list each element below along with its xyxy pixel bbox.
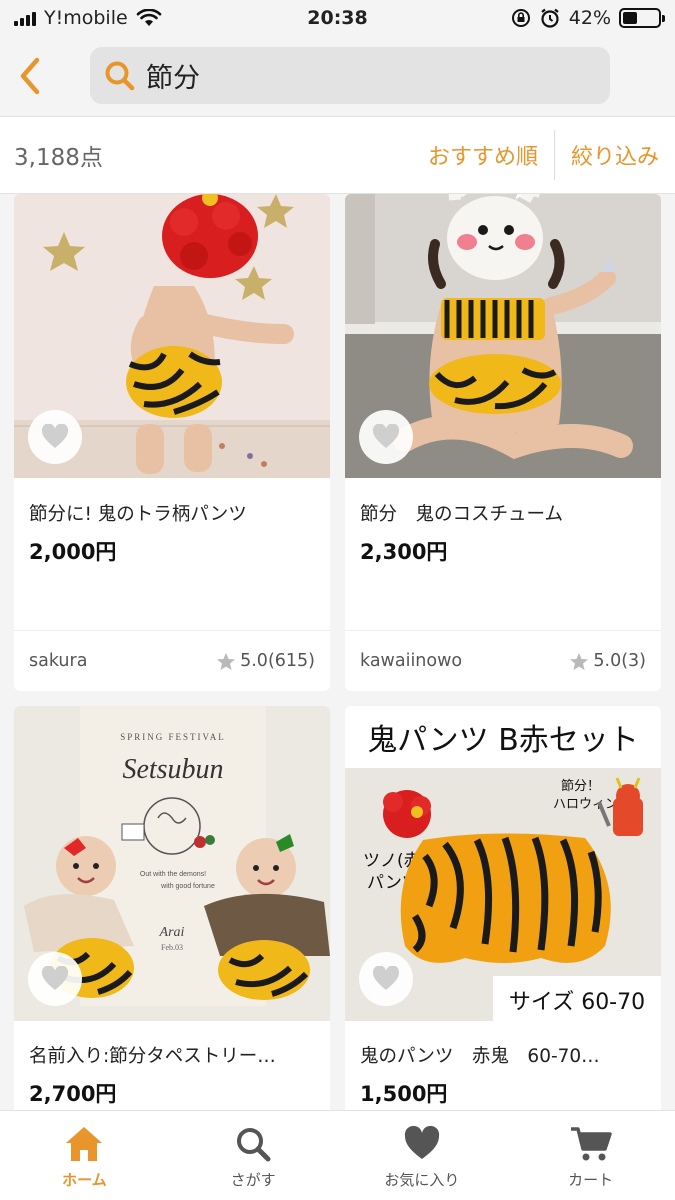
search-icon: [237, 1128, 271, 1162]
orientation-lock-icon: [511, 9, 530, 27]
battery-percent: 42%: [568, 7, 611, 29]
tab-label: さがす: [230, 1171, 276, 1189]
tapestry-title: Setsubun: [122, 754, 223, 785]
tab-home[interactable]: ホーム: [0, 1111, 169, 1200]
heart-icon: [41, 424, 69, 448]
rating-value: 5.0(3): [593, 651, 646, 671]
heart-icon: [404, 1125, 440, 1159]
tapestry-caption-2: with good fortune: [160, 883, 215, 890]
tab-label: カート: [568, 1171, 614, 1189]
signal-icon: [14, 10, 36, 26]
search-header: 節分: [0, 36, 675, 116]
tab-label: お気に入り: [384, 1171, 460, 1189]
tapestry-name: Arai: [159, 925, 185, 940]
product-card[interactable]: SPRING FESTIVAL Setsubun Out with the de…: [14, 706, 330, 1110]
favorite-button[interactable]: [359, 410, 413, 464]
rating: 5.0(3): [569, 651, 646, 671]
heart-icon: [372, 966, 400, 990]
sort-button[interactable]: おすすめ順: [412, 139, 554, 171]
tab-cart[interactable]: カート: [506, 1111, 675, 1200]
product-title: 節分に! 鬼のトラ柄パンツ: [29, 504, 247, 525]
heart-icon: [41, 966, 69, 990]
alarm-icon: [541, 8, 559, 28]
product-grid: 節分に! 鬼のトラ柄パンツ 2,000円 sakura 5.0(615) 節分 …: [0, 194, 675, 1110]
banner-text: 鬼パンツ B赤セット: [367, 723, 639, 758]
tapestry-caption: Out with the demons!: [140, 871, 206, 878]
product-price: 2,000円: [29, 540, 117, 564]
product-card[interactable]: 節分に! 鬼のトラ柄パンツ 2,000円 sakura 5.0(615): [14, 194, 330, 691]
results-toolbar: 3,188点 おすすめ順 絞り込み: [0, 116, 675, 194]
product-card[interactable]: 鬼パンツ B赤セット 節分！ ハロウィン ツノ(赤) パンツ サイズ 60-70: [345, 706, 661, 1110]
battery-icon: [619, 8, 665, 28]
search-icon: [105, 61, 135, 90]
result-count: 3,188点: [14, 145, 103, 171]
product-title: 鬼のパンツ 赤鬼 60-70…: [360, 1046, 600, 1067]
note-halloween: ハロウィン: [553, 797, 618, 812]
product-price: 1,500円: [360, 1082, 448, 1106]
search-query: 節分: [146, 63, 200, 94]
cart-icon: [570, 1127, 612, 1161]
product-title: 名前入り:節分タペストリー…: [29, 1046, 276, 1067]
wifi-icon: [136, 9, 161, 26]
product-title: 節分 鬼のコスチューム: [360, 504, 563, 525]
status-bar: Y!mobile 20:38 42%: [0, 0, 675, 36]
product-footer: sakura 5.0(615): [14, 630, 330, 691]
heart-icon: [372, 424, 400, 448]
chevron-left-icon: [20, 57, 40, 95]
favorite-button[interactable]: [28, 410, 82, 464]
tab-favorites[interactable]: お気に入り: [338, 1111, 507, 1200]
tapestry-date: Feb.03: [161, 943, 183, 952]
note-setsubun: 節分！: [561, 779, 600, 794]
seller-name: sakura: [29, 651, 88, 671]
back-button[interactable]: [2, 46, 58, 106]
product-price: 2,300円: [360, 540, 448, 564]
tapestry-header: SPRING FESTIVAL: [120, 732, 226, 742]
tab-search[interactable]: さがす: [169, 1111, 338, 1200]
size-label: サイズ 60-70: [509, 990, 645, 1015]
product-price: 2,700円: [29, 1082, 117, 1106]
favorite-button[interactable]: [359, 952, 413, 1006]
product-footer: kawaiinowo 5.0(3): [345, 630, 661, 691]
carrier-label: Y!mobile: [44, 7, 128, 29]
tab-bar: ホーム さがす お気に入り カート: [0, 1110, 675, 1200]
star-icon: [217, 652, 236, 670]
rating-value: 5.0(615): [240, 651, 315, 671]
seller-name: kawaiinowo: [360, 651, 463, 671]
filter-button[interactable]: 絞り込み: [555, 139, 675, 171]
tab-label: ホーム: [62, 1171, 107, 1189]
search-input[interactable]: 節分: [90, 47, 610, 104]
favorite-button[interactable]: [28, 952, 82, 1006]
product-card[interactable]: 節分 鬼のコスチューム 2,300円 kawaiinowo 5.0(3): [345, 194, 661, 691]
star-icon: [570, 652, 589, 670]
home-icon: [66, 1127, 103, 1161]
rating: 5.0(615): [216, 651, 315, 671]
